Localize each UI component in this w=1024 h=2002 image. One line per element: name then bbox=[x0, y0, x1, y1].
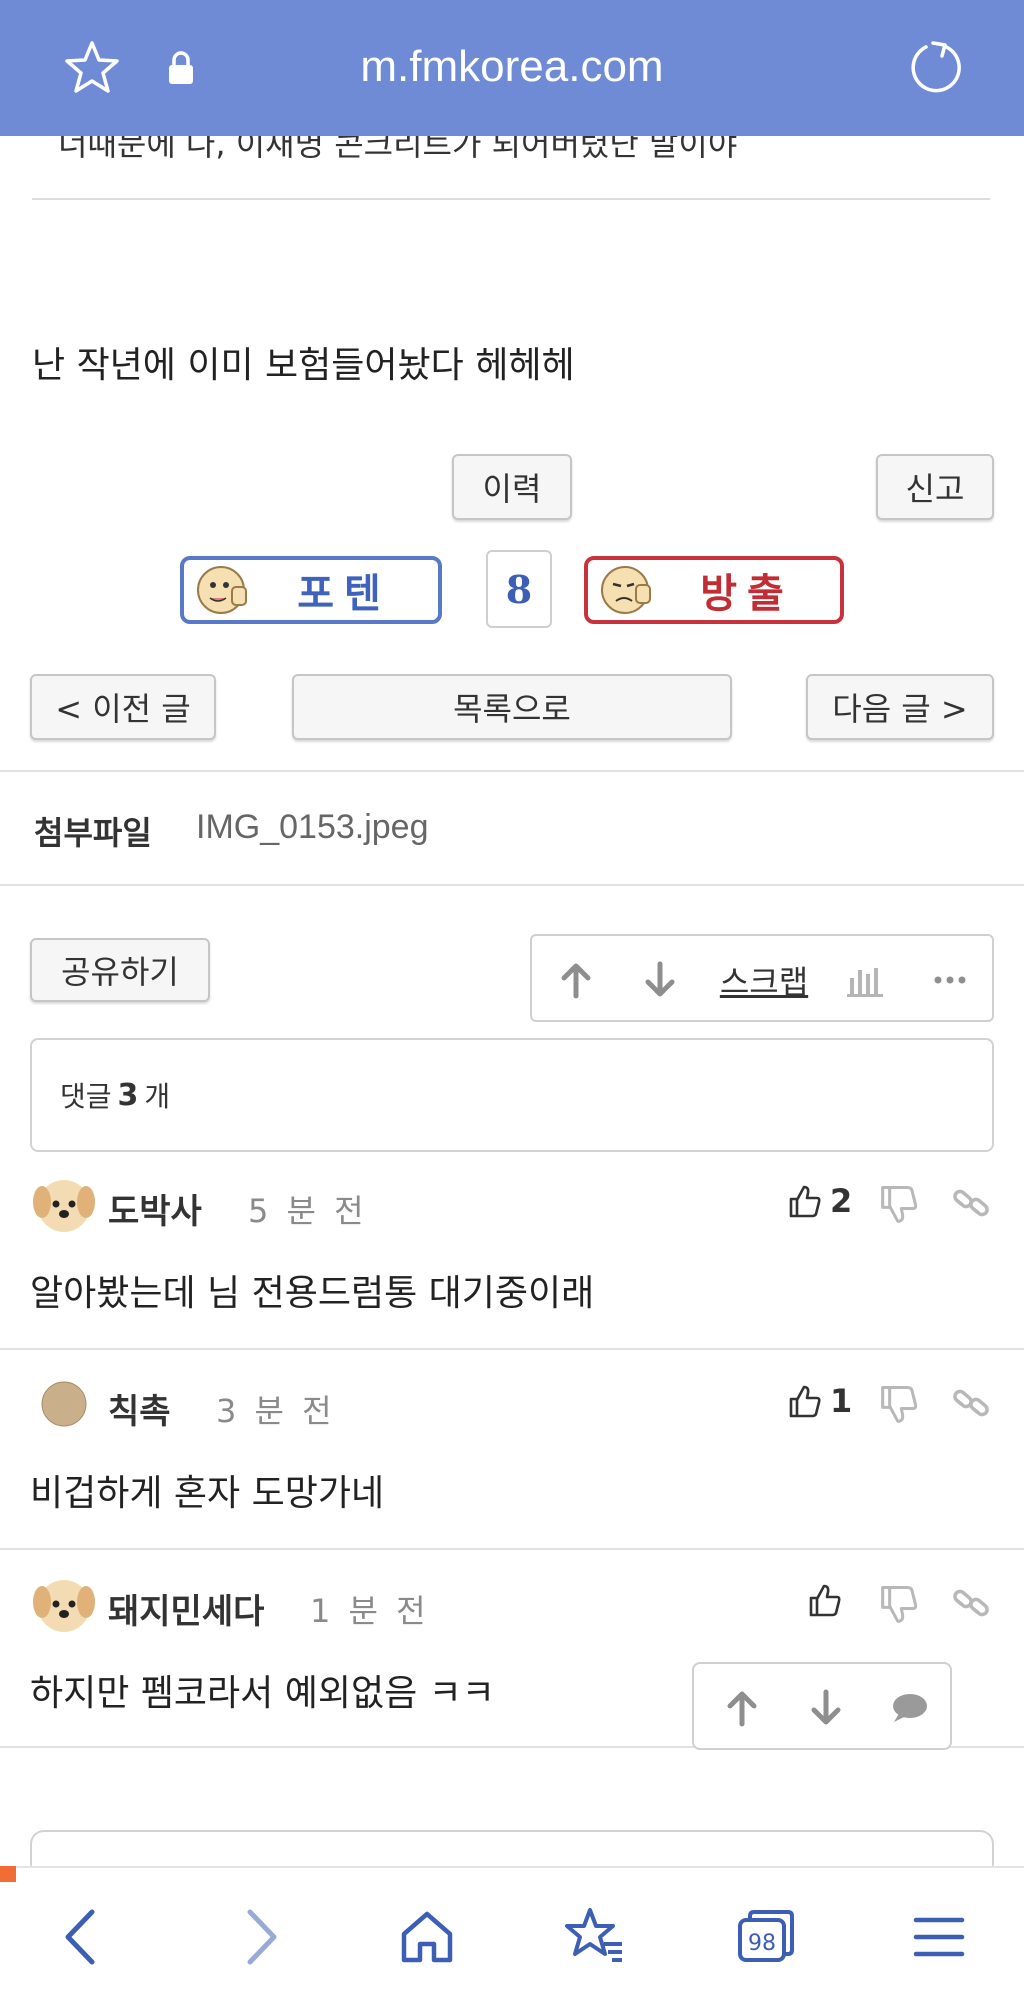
thumbs-down-icon[interactable] bbox=[878, 1584, 920, 1626]
comment-count: 3 bbox=[117, 1077, 139, 1113]
link-icon[interactable] bbox=[950, 1182, 992, 1224]
stats-chart-icon[interactable] bbox=[844, 956, 888, 1004]
comment-like-button[interactable]: 2 bbox=[788, 1182, 852, 1220]
comment-item: 도박사 5 분 전 2 알아봤는데 님 전용드럼통 대기중이래 bbox=[0, 1170, 1024, 1350]
scroll-down-icon[interactable] bbox=[804, 1686, 848, 1730]
thumbs-down-icon[interactable] bbox=[878, 1384, 920, 1426]
reload-icon[interactable] bbox=[904, 38, 962, 96]
comment-body: 하지만 펨코라서 예외없음 ㅋㅋ bbox=[30, 1673, 495, 1714]
upvote-button[interactable]: 포텐 bbox=[180, 556, 442, 624]
thumbs-down-face-icon bbox=[601, 566, 651, 614]
next-post-button[interactable]: 다음 글 > bbox=[806, 674, 994, 740]
comment-count-box: 댓글 3 개 bbox=[30, 1038, 994, 1152]
comment-body: 알아봤는데 님 전용드럼통 대기중이래 bbox=[30, 1273, 595, 1314]
divider bbox=[0, 770, 1024, 772]
post-body-text: 난 작년에 이미 보험들어놨다 헤헤헤 bbox=[32, 345, 575, 386]
bookmarks-icon[interactable] bbox=[562, 1904, 628, 1970]
scrap-button[interactable]: 스크랩 bbox=[712, 956, 816, 1004]
comment-like-button[interactable]: 1 bbox=[788, 1382, 852, 1420]
comment-count-suffix: 개 bbox=[144, 1080, 171, 1113]
comment-time: 5 분 전 bbox=[248, 1192, 368, 1230]
link-icon[interactable] bbox=[950, 1382, 992, 1424]
comment-nickname[interactable]: 돼지민세다 bbox=[108, 1584, 264, 1633]
user-avatar bbox=[41, 1381, 87, 1427]
tab-count: 98 bbox=[748, 1931, 776, 1956]
arrow-up-icon[interactable] bbox=[554, 956, 598, 1004]
browser-bottom-nav: 98 bbox=[0, 1866, 1024, 2002]
comment-count-prefix: 댓글 bbox=[60, 1080, 112, 1113]
post-toolbar: 스크랩 bbox=[530, 934, 994, 1022]
more-icon[interactable] bbox=[928, 956, 972, 1004]
home-icon[interactable] bbox=[394, 1904, 460, 1970]
thumbs-up-icon bbox=[789, 1385, 821, 1418]
browser-top-bar: m.fmkorea.com bbox=[0, 0, 1024, 136]
upvote-label: 포텐 bbox=[297, 570, 391, 617]
list-button[interactable]: 목록으로 bbox=[292, 674, 732, 740]
divider bbox=[0, 884, 1024, 886]
menu-icon[interactable] bbox=[906, 1904, 972, 1970]
arrow-down-icon[interactable] bbox=[638, 956, 682, 1004]
comment-like-button[interactable] bbox=[808, 1582, 850, 1618]
attachment-file-link[interactable]: IMG_0153.jpeg bbox=[196, 808, 429, 847]
url-bar[interactable]: m.fmkorea.com bbox=[0, 42, 1024, 92]
comment-time: 3 분 전 bbox=[216, 1392, 336, 1430]
history-button[interactable]: 이력 bbox=[452, 454, 572, 520]
comment-nickname[interactable]: 칙촉 bbox=[108, 1384, 171, 1433]
share-button[interactable]: 공유하기 bbox=[30, 938, 210, 1002]
link-icon[interactable] bbox=[950, 1582, 992, 1624]
prev-post-button[interactable]: < 이전 글 bbox=[30, 674, 216, 740]
comment-like-count: 1 bbox=[830, 1382, 853, 1420]
comment-nickname[interactable]: 도박사 bbox=[108, 1184, 202, 1233]
forward-icon[interactable] bbox=[226, 1904, 292, 1970]
comment-like-count: 2 bbox=[830, 1182, 853, 1220]
divider bbox=[0, 1348, 1024, 1350]
thumbs-up-icon bbox=[809, 1584, 841, 1617]
divider bbox=[0, 1548, 1024, 1550]
puppy-avatar bbox=[33, 1180, 95, 1232]
notification-dot bbox=[0, 1866, 16, 1882]
thumbs-down-icon[interactable] bbox=[878, 1184, 920, 1226]
scroll-up-icon[interactable] bbox=[720, 1686, 764, 1730]
downvote-label: 방출 bbox=[700, 570, 794, 617]
floating-nav-bar bbox=[692, 1662, 952, 1750]
report-button[interactable]: 신고 bbox=[876, 454, 994, 520]
thumbs-up-face-icon bbox=[197, 566, 247, 614]
thumbs-up-icon bbox=[789, 1185, 821, 1218]
back-icon[interactable] bbox=[50, 1904, 116, 1970]
vote-count: 8 bbox=[486, 550, 552, 628]
comment-time: 1 분 전 bbox=[310, 1592, 430, 1630]
tabs-icon[interactable]: 98 bbox=[734, 1904, 800, 1970]
comment-item: 칙촉 3 분 전 1 비겁하게 혼자 도망가네 bbox=[0, 1370, 1024, 1548]
puppy-avatar bbox=[33, 1580, 95, 1632]
downvote-button[interactable]: 방출 bbox=[584, 556, 844, 624]
comment-body: 비겁하게 혼자 도망가네 bbox=[30, 1473, 385, 1514]
attachment-label: 첨부파일 bbox=[34, 814, 152, 852]
comment-bubble-icon[interactable] bbox=[886, 1686, 930, 1730]
divider bbox=[32, 198, 990, 200]
